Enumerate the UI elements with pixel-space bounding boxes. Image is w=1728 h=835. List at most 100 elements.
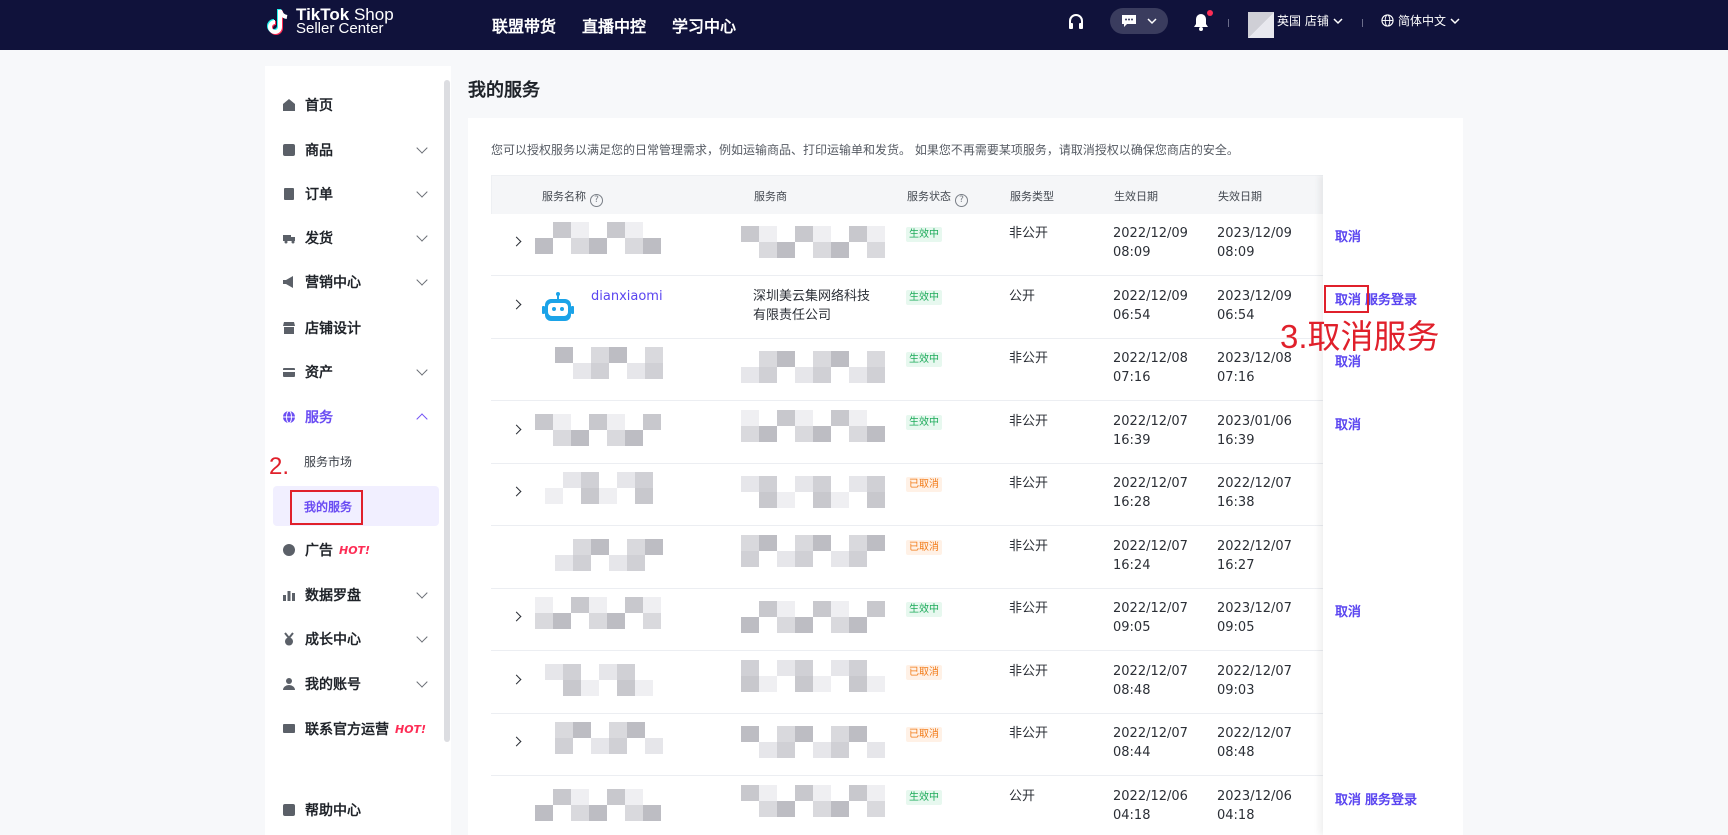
end-date-cell: 2023/12/07 09:05 <box>1217 599 1292 637</box>
chat-button[interactable] <box>1110 8 1168 34</box>
service-type-cell: 非公开 <box>1009 476 1049 491</box>
end-date-cell: 2022/12/07 16:27 <box>1217 537 1292 575</box>
chevron-down-icon <box>416 364 428 376</box>
end-time: 04:18 <box>1217 807 1255 823</box>
language-label: 简体中文 <box>1398 14 1447 28</box>
sidebar-item-shipping[interactable]: 发货 <box>282 228 430 248</box>
expand-row-icon[interactable] <box>511 674 522 684</box>
sidebar-item-services[interactable]: 服务 <box>282 407 430 427</box>
start-date: 2022/12/07 <box>1113 601 1188 616</box>
sidebar-item-help-center[interactable]: 帮助中心 <box>282 800 430 820</box>
cancel-service-button[interactable]: 取消 <box>1335 601 1361 620</box>
service-type-cell: 公开 <box>1009 788 1036 804</box>
sidebar-item-products[interactable]: 商品 <box>282 140 430 160</box>
topnav-learning-center[interactable]: 学习中心 <box>672 13 736 37</box>
annotation-step3: 3.取消服务 <box>1280 318 1440 355</box>
end-time: 07:16 <box>1217 370 1255 385</box>
sidebar-item-assets[interactable]: 资产 <box>282 362 430 382</box>
sidebar-scrollbar[interactable] <box>444 80 450 742</box>
sidebar-item-orders[interactable]: 订单 <box>282 184 430 204</box>
expand-row-icon[interactable] <box>511 736 522 747</box>
start-date-cell: 2022/12/07 08:44 <box>1113 724 1188 762</box>
chevron-down-icon <box>416 142 428 154</box>
headset-icon[interactable] <box>1067 13 1085 31</box>
topnav-affiliate[interactable]: 联盟带货 <box>492 13 556 37</box>
start-date: 2022/12/07 <box>1113 663 1188 679</box>
top-nav: 联盟带货 直播中控 学习中心 <box>492 0 736 50</box>
start-date-cell: 2022/12/07 16:28 <box>1113 474 1188 512</box>
provider-line: 深圳美云集网络科技 <box>753 288 871 304</box>
start-date: 2022/12/07 <box>1113 476 1188 491</box>
expand-row-icon[interactable] <box>511 611 522 622</box>
cancel-service-button[interactable]: 取消 <box>1335 414 1361 433</box>
end-date: 2022/12/07 <box>1217 726 1292 741</box>
end-time: 09:05 <box>1217 620 1255 635</box>
status-badge: 已取消 <box>906 539 942 555</box>
start-date: 2022/12/09 <box>1113 226 1188 241</box>
tiktok-shop-logo[interactable]: TikTok Shop Seller Center <box>264 6 394 37</box>
help-icon[interactable]: ? <box>955 194 968 207</box>
service-type-cell: 非公开 <box>1009 538 1049 554</box>
service-type-cell: 非公开 <box>1009 413 1049 429</box>
store-switcher[interactable]: 英国 店铺 <box>1277 12 1343 29</box>
col-end-date: 失效日期 <box>1218 190 1262 203</box>
chevron-down-icon <box>1450 17 1460 24</box>
sidebar-item-ads[interactable]: 广告 HOT! <box>282 540 430 560</box>
end-time: 09:03 <box>1217 682 1255 698</box>
service-login-button[interactable]: 服务登录 <box>1365 789 1417 808</box>
annotation-box-my-services <box>290 490 363 525</box>
megaphone-icon <box>283 276 293 288</box>
col-start-date: 生效日期 <box>1114 190 1158 203</box>
end-date: 2023/12/09 <box>1217 288 1292 304</box>
start-date: 2022/12/09 <box>1113 288 1188 304</box>
cancel-service-button[interactable]: 取消 <box>1335 789 1361 808</box>
sidebar-sub-service-market[interactable]: 服务市场 <box>304 453 352 470</box>
language-switcher[interactable]: 简体中文 <box>1381 12 1460 29</box>
expand-row-icon[interactable] <box>511 486 522 497</box>
chart-icon <box>283 591 295 601</box>
topnav-live-control[interactable]: 直播中控 <box>582 13 646 37</box>
service-type-cell: 非公开 <box>1009 663 1049 679</box>
start-time: 07:16 <box>1113 370 1151 385</box>
end-date: 2023/01/06 <box>1217 413 1292 429</box>
table-row: 已取消 非公开 2022/12/07 16:24 2022/12/07 16:27 <box>491 527 1440 589</box>
expand-row-icon[interactable] <box>511 299 522 309</box>
cancel-service-button[interactable]: 取消 <box>1335 226 1361 245</box>
page-description: 您可以授权服务以满足您的日常管理需求，例如运输商品、打印运输单和发货。 如果您不… <box>491 143 1239 157</box>
service-login-button[interactable]: 服务登录 <box>1365 289 1417 308</box>
robot-icon <box>542 291 574 321</box>
start-date: 2022/12/06 <box>1113 788 1188 804</box>
sidebar-item-marketing[interactable]: 营销中心 <box>282 272 430 292</box>
sidebar-item-home[interactable]: 首页 <box>282 95 430 115</box>
sidebar-item-store-design[interactable]: 店铺设计 <box>282 318 430 338</box>
hot-badge: HOT! <box>339 543 371 557</box>
sidebar-item-growth-center[interactable]: 成长中心 <box>282 629 430 649</box>
redacted-content <box>741 351 885 397</box>
start-time: 16:28 <box>1113 495 1151 510</box>
expand-row-icon[interactable] <box>511 236 522 247</box>
start-time: 16:24 <box>1113 557 1151 573</box>
sidebar-item-contact-ops[interactable]: 联系官方运营 HOT! <box>282 719 430 739</box>
store-avatar[interactable] <box>1248 12 1274 38</box>
start-date: 2022/12/07 <box>1113 726 1188 741</box>
start-time: 08:44 <box>1113 745 1151 760</box>
start-date-cell: 2022/12/08 07:16 <box>1113 349 1188 387</box>
table-row: 已取消 非公开 2022/12/07 08:48 2022/12/07 09:03 <box>491 652 1440 714</box>
provider-line: 有限责任公司 <box>753 307 832 323</box>
start-date-cell: 2022/12/07 16:39 <box>1113 412 1188 450</box>
help-icon[interactable]: ? <box>590 194 603 207</box>
sidebar-item-my-account[interactable]: 我的账号 <box>282 674 430 694</box>
annotation-box-cancel <box>1324 285 1369 313</box>
end-time: 08:09 <box>1217 245 1255 260</box>
start-date-cell: 2022/12/07 09:05 <box>1113 599 1188 637</box>
service-name-link[interactable]: dianxiaomi <box>591 289 663 304</box>
col-provider: 服务商 <box>754 190 787 203</box>
start-time: 16:39 <box>1113 432 1151 448</box>
start-date: 2022/12/08 <box>1113 351 1188 366</box>
store-icon <box>283 322 295 334</box>
truck-icon <box>283 235 295 244</box>
help-icon <box>283 804 295 816</box>
sidebar-item-data-compass[interactable]: 数据罗盘 <box>282 585 430 605</box>
expand-row-icon[interactable] <box>511 424 522 434</box>
chevron-up-icon <box>416 413 428 425</box>
